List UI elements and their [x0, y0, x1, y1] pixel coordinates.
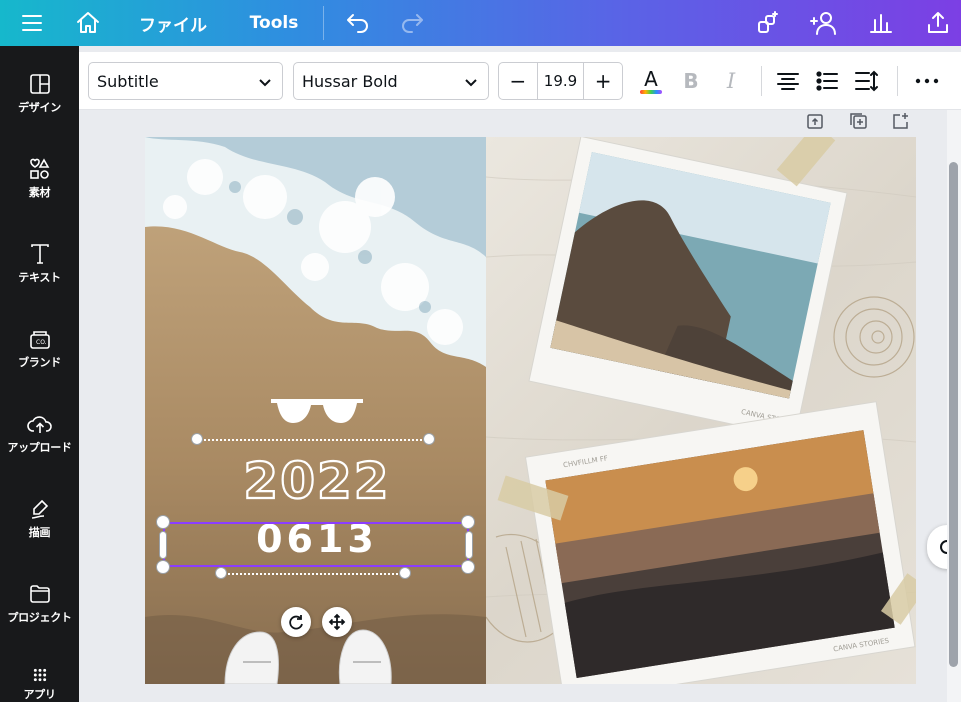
side-handle[interactable]	[159, 531, 167, 559]
font-size-input[interactable]: 19.9	[536, 63, 585, 99]
insights-icon[interactable]	[865, 8, 897, 38]
sidebar-item-design[interactable]: デザイン	[0, 68, 79, 140]
sidebar-item-label: テキスト	[18, 271, 61, 284]
more-options-icon[interactable]	[910, 64, 944, 98]
text-color-letter: A	[644, 66, 658, 91]
apps-icon	[33, 668, 46, 682]
text-icon	[30, 244, 49, 264]
move-icon[interactable]	[322, 607, 352, 637]
sidebar-item-upload[interactable]: アップロード	[0, 408, 79, 480]
draw-icon	[31, 499, 48, 519]
sidebar-item-label: プロジェクト	[7, 611, 72, 624]
resize-handle[interactable]	[191, 433, 203, 445]
redo-icon[interactable]	[396, 9, 428, 37]
page-up-icon[interactable]	[806, 112, 824, 134]
rotate-icon[interactable]	[281, 607, 311, 637]
resize-handle[interactable]	[399, 567, 411, 579]
file-menu-button[interactable]: ファイル	[132, 10, 214, 36]
share-people-icon[interactable]	[806, 8, 842, 38]
sidebar-item-label: ブランド	[18, 356, 61, 369]
scrollbar-thumb[interactable]	[949, 162, 958, 667]
decrease-font-size-button[interactable]: −	[499, 63, 537, 99]
color-strip	[640, 89, 662, 94]
home-icon[interactable]	[72, 8, 104, 38]
layout-icon	[29, 74, 50, 94]
corner-handle[interactable]	[156, 560, 170, 574]
tools-menu-button[interactable]: Tools	[246, 10, 302, 36]
sidebar-item-text[interactable]: テキスト	[0, 238, 79, 310]
sidebar-item-label: アップロード	[7, 441, 72, 454]
sidebar-item-apps[interactable]: アプリ	[0, 663, 79, 702]
sidebar-item-label: アプリ	[23, 688, 56, 701]
top-bar: ファイル Tools	[0, 0, 961, 46]
magic-resize-icon[interactable]	[752, 8, 784, 38]
text-color-button[interactable]: A	[634, 64, 668, 98]
add-page-icon[interactable]	[891, 112, 909, 134]
corner-handle[interactable]	[461, 560, 475, 574]
brand-icon: CO.	[29, 331, 50, 349]
wood-background[interactable]: CANVA STORIES CANVA STORIES CHVFILLM FF	[486, 137, 916, 684]
upload-icon	[26, 416, 52, 433]
chevron-down-icon	[465, 79, 477, 87]
sidebar-item-draw[interactable]: 描画	[0, 493, 79, 565]
font-size-stepper: − 19.9 +	[498, 62, 623, 100]
chevron-down-icon	[259, 79, 271, 87]
italic-button[interactable]: I	[714, 64, 748, 98]
polaroid-photo-sunset: CANVA STORIES CHVFILLM FF	[524, 401, 916, 684]
left-sidebar: デザイン 素材 テキスト CO. ブランド アップロード 描画 プロジェクト ア…	[0, 46, 79, 702]
text-toolbar: Subtitle Hussar Bold − 19.9 + A B I	[79, 52, 961, 110]
beach-sand-photo[interactable]	[145, 137, 486, 684]
svg-text:CO.: CO.	[36, 339, 47, 346]
sidebar-item-brand[interactable]: CO. ブランド	[0, 323, 79, 395]
align-center-icon[interactable]	[771, 64, 805, 98]
menu-icon[interactable]	[18, 10, 46, 36]
year-text[interactable]: 2022	[197, 452, 437, 510]
selection-box[interactable]	[163, 522, 469, 567]
undo-icon[interactable]	[342, 9, 374, 37]
bold-button[interactable]: B	[674, 64, 708, 98]
sunglasses-icon	[271, 399, 363, 423]
side-handle[interactable]	[465, 531, 473, 559]
text-style-dropdown[interactable]: Subtitle	[88, 62, 283, 100]
dotted-line-top[interactable]	[197, 439, 429, 441]
sidebar-item-label: 素材	[28, 186, 51, 199]
design-page[interactable]: CANVA STORIES CANVA STORIES CHVFILLM FF …	[145, 137, 916, 684]
font-family-value: Hussar Bold	[302, 71, 398, 91]
tape-strip	[776, 137, 836, 187]
increase-font-size-button[interactable]: +	[584, 63, 622, 99]
export-icon[interactable]	[922, 8, 954, 38]
duplicate-page-icon[interactable]	[848, 112, 868, 134]
vertical-scrollbar[interactable]	[947, 110, 961, 702]
elements-icon	[29, 158, 49, 179]
list-bullets-icon[interactable]	[810, 64, 844, 98]
corner-handle[interactable]	[156, 515, 170, 529]
divider	[897, 66, 898, 96]
corner-handle[interactable]	[461, 515, 475, 529]
resize-handle[interactable]	[215, 567, 227, 579]
sneakers-image	[224, 629, 392, 684]
dotted-line-bottom[interactable]	[221, 573, 405, 575]
resize-handle[interactable]	[423, 433, 435, 445]
collage-graphics: CANVA STORIES CANVA STORIES CHVFILLM FF	[486, 137, 916, 684]
sidebar-item-label: デザイン	[18, 101, 61, 114]
divider	[761, 66, 762, 96]
sidebar-item-projects[interactable]: プロジェクト	[0, 578, 79, 650]
divider	[323, 6, 324, 40]
line-spacing-icon[interactable]	[850, 64, 884, 98]
font-family-dropdown[interactable]: Hussar Bold	[293, 62, 489, 100]
sidebar-item-elements[interactable]: 素材	[0, 153, 79, 225]
text-style-value: Subtitle	[97, 71, 159, 91]
sidebar-item-label: 描画	[28, 526, 51, 539]
folder-icon	[29, 585, 50, 603]
